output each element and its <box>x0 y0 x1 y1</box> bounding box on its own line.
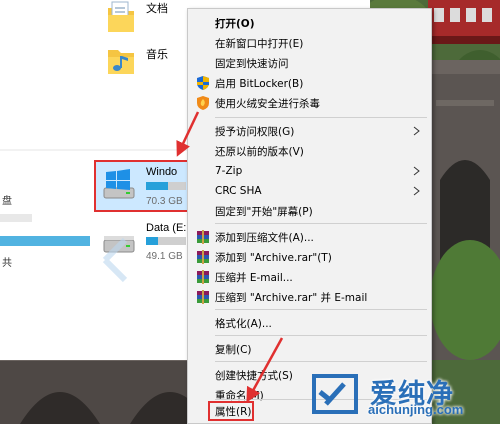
menu-item-7zip[interactable]: 7-Zip <box>188 161 431 181</box>
chevron-right-icon <box>410 165 422 177</box>
menu-item-label: 添加到 "Archive.rar"(T) <box>215 251 332 264</box>
folder-label: 文档 <box>146 2 168 15</box>
menu-item-grant-access[interactable]: 授予访问权限(G) <box>188 121 431 141</box>
watermark: 爱纯净 aichunjing.com <box>300 368 496 420</box>
nav-stub-text: 盘 <box>2 196 12 207</box>
music-folder-icon <box>106 42 136 79</box>
menu-item-label: 打开(O) <box>215 17 255 30</box>
menu-item-add-archive[interactable]: 添加到压缩文件(A)... <box>188 227 431 247</box>
menu-item-huorong-scan[interactable]: 使用火绒安全进行杀毒 <box>188 93 431 113</box>
menu-item-label: 固定到快速访问 <box>215 57 289 70</box>
watermark-url: aichunjing.com <box>368 402 464 417</box>
menu-item-format[interactable]: 格式化(A)... <box>188 313 431 333</box>
menu-item-label: 7-Zip <box>215 165 243 177</box>
highlight-box <box>94 160 189 212</box>
menu-separator <box>215 223 427 224</box>
menu-item-add-archive-rar[interactable]: 添加到 "Archive.rar"(T) <box>188 247 431 267</box>
faint-logo-icon <box>102 237 128 283</box>
menu-item-label: 格式化(A)... <box>215 317 272 330</box>
folder-label: 音乐 <box>146 48 168 61</box>
menu-item-label: 固定到"开始"屏幕(P) <box>215 205 313 218</box>
bitlocker-shield-icon <box>195 75 211 91</box>
menu-item-label: 创建快捷方式(S) <box>215 369 293 382</box>
menu-item-restore-versions[interactable]: 还原以前的版本(V) <box>188 141 431 161</box>
winrar-icon <box>195 229 211 245</box>
highlight-box <box>208 401 254 421</box>
menu-item-compress-rar-email[interactable]: 压缩到 "Archive.rar" 并 E-mail <box>188 287 431 307</box>
huorong-shield-icon <box>195 95 211 111</box>
menu-item-compress-email[interactable]: 压缩并 E-mail... <box>188 267 431 287</box>
chevron-right-icon <box>410 125 422 137</box>
folder-music[interactable]: 音乐 <box>106 42 168 79</box>
menu-item-bitlocker[interactable]: 启用 BitLocker(B) <box>188 73 431 93</box>
menu-item-label: CRC SHA <box>215 185 262 197</box>
menu-separator <box>215 309 427 310</box>
menu-item-open[interactable]: 打开(O) <box>188 13 431 33</box>
menu-item-open-new-window[interactable]: 在新窗口中打开(E) <box>188 33 431 53</box>
partial-drive-bar <box>0 236 90 246</box>
winrar-icon <box>195 289 211 305</box>
menu-item-label: 在新窗口中打开(E) <box>215 37 304 50</box>
menu-separator <box>215 335 427 336</box>
partial-drive-bar <box>0 214 32 222</box>
folder-documents[interactable]: 文档 <box>106 0 168 37</box>
menu-item-label: 添加到压缩文件(A)... <box>215 231 314 244</box>
documents-folder-icon <box>106 0 136 37</box>
menu-item-label: 压缩并 E-mail... <box>215 271 293 284</box>
menu-item-pin-start[interactable]: 固定到"开始"屏幕(P) <box>188 201 431 221</box>
menu-separator <box>215 361 427 362</box>
menu-item-label: 还原以前的版本(V) <box>215 145 304 158</box>
chevron-right-icon <box>410 185 422 197</box>
menu-item-label: 使用火绒安全进行杀毒 <box>215 97 320 110</box>
menu-item-label: 压缩到 "Archive.rar" 并 E-mail <box>215 291 368 304</box>
nav-stub-text: 共 <box>2 258 12 269</box>
menu-item-label: 授予访问权限(G) <box>215 125 295 138</box>
context-menu: 打开(O) 在新窗口中打开(E) 固定到快速访问 启用 BitLocker(B)… <box>187 8 432 424</box>
menu-item-pin-quick-access[interactable]: 固定到快速访问 <box>188 53 431 73</box>
winrar-icon <box>195 269 211 285</box>
winrar-icon <box>195 249 211 265</box>
menu-item-label: 启用 BitLocker(B) <box>215 77 304 90</box>
menu-item-copy[interactable]: 复制(C) <box>188 339 431 359</box>
menu-item-crc-sha[interactable]: CRC SHA <box>188 181 431 201</box>
watermark-logo-icon <box>306 370 364 421</box>
menu-item-label: 复制(C) <box>215 343 252 356</box>
menu-separator <box>215 117 427 118</box>
